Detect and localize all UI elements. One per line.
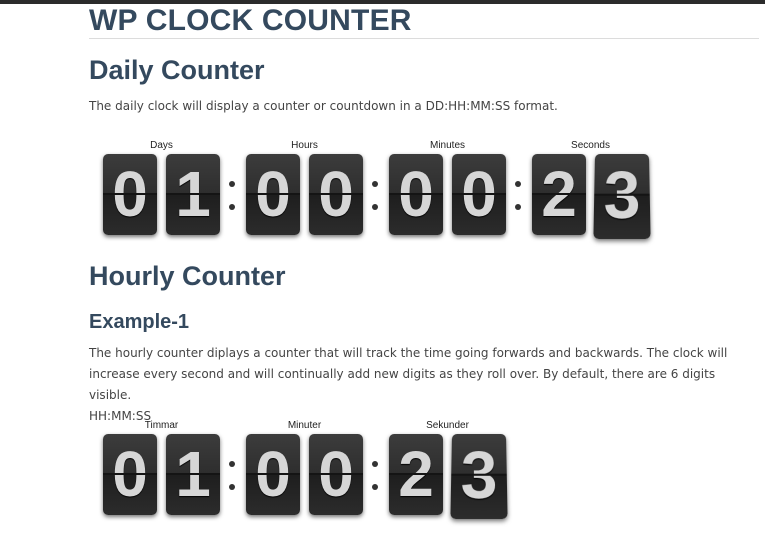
seconds-label: Seconds bbox=[571, 140, 610, 151]
daily-counter-heading: Daily Counter bbox=[89, 55, 265, 85]
hours-digit-1: 0 bbox=[246, 154, 300, 235]
days-label: Days bbox=[150, 140, 173, 151]
seconds-digit-1: 2 bbox=[532, 154, 586, 235]
timmar-digit-1: 0 bbox=[103, 434, 157, 515]
days-digit-1: 0 bbox=[103, 154, 157, 235]
minuter-digit-2: 0 bbox=[309, 434, 363, 515]
minutes-digit-1: 0 bbox=[389, 154, 443, 235]
sekunder-label: Sekunder bbox=[426, 420, 469, 431]
sekunder-digit-1: 2 bbox=[389, 434, 443, 515]
hours-label: Hours bbox=[291, 140, 318, 151]
colon-separator bbox=[371, 434, 379, 515]
title-divider bbox=[89, 38, 759, 39]
minutes-digit-2: 0 bbox=[452, 154, 506, 235]
example-1-heading: Example-1 bbox=[89, 311, 190, 333]
hourly-counter-description: The hourly counter diplays a counter tha… bbox=[89, 343, 749, 427]
timmar-digit-2: 1 bbox=[166, 434, 220, 515]
minuter-digit-1: 0 bbox=[246, 434, 300, 515]
site-title: WP CLOCK COUNTER bbox=[89, 4, 412, 37]
hourly-counter-heading: Hourly Counter bbox=[89, 261, 286, 291]
hourly-description-line-1: The hourly counter diplays a counter tha… bbox=[89, 346, 728, 360]
colon-separator bbox=[228, 434, 236, 515]
sekunder-digit-2: 3 bbox=[450, 434, 508, 520]
seconds-digit-2: 3 bbox=[593, 154, 651, 240]
days-digit-2: 1 bbox=[166, 154, 220, 235]
minutes-label: Minutes bbox=[429, 140, 465, 151]
colon-separator bbox=[228, 154, 236, 235]
hourly-description-line-2: increase every second and will continual… bbox=[89, 367, 716, 402]
minuter-label: Minuter bbox=[287, 420, 322, 431]
daily-counter-description: The daily clock will display a counter o… bbox=[89, 99, 558, 113]
colon-separator bbox=[371, 154, 379, 235]
colon-separator bbox=[514, 154, 522, 235]
hours-digit-2: 0 bbox=[309, 154, 363, 235]
timmar-label: Timmar bbox=[144, 420, 179, 431]
